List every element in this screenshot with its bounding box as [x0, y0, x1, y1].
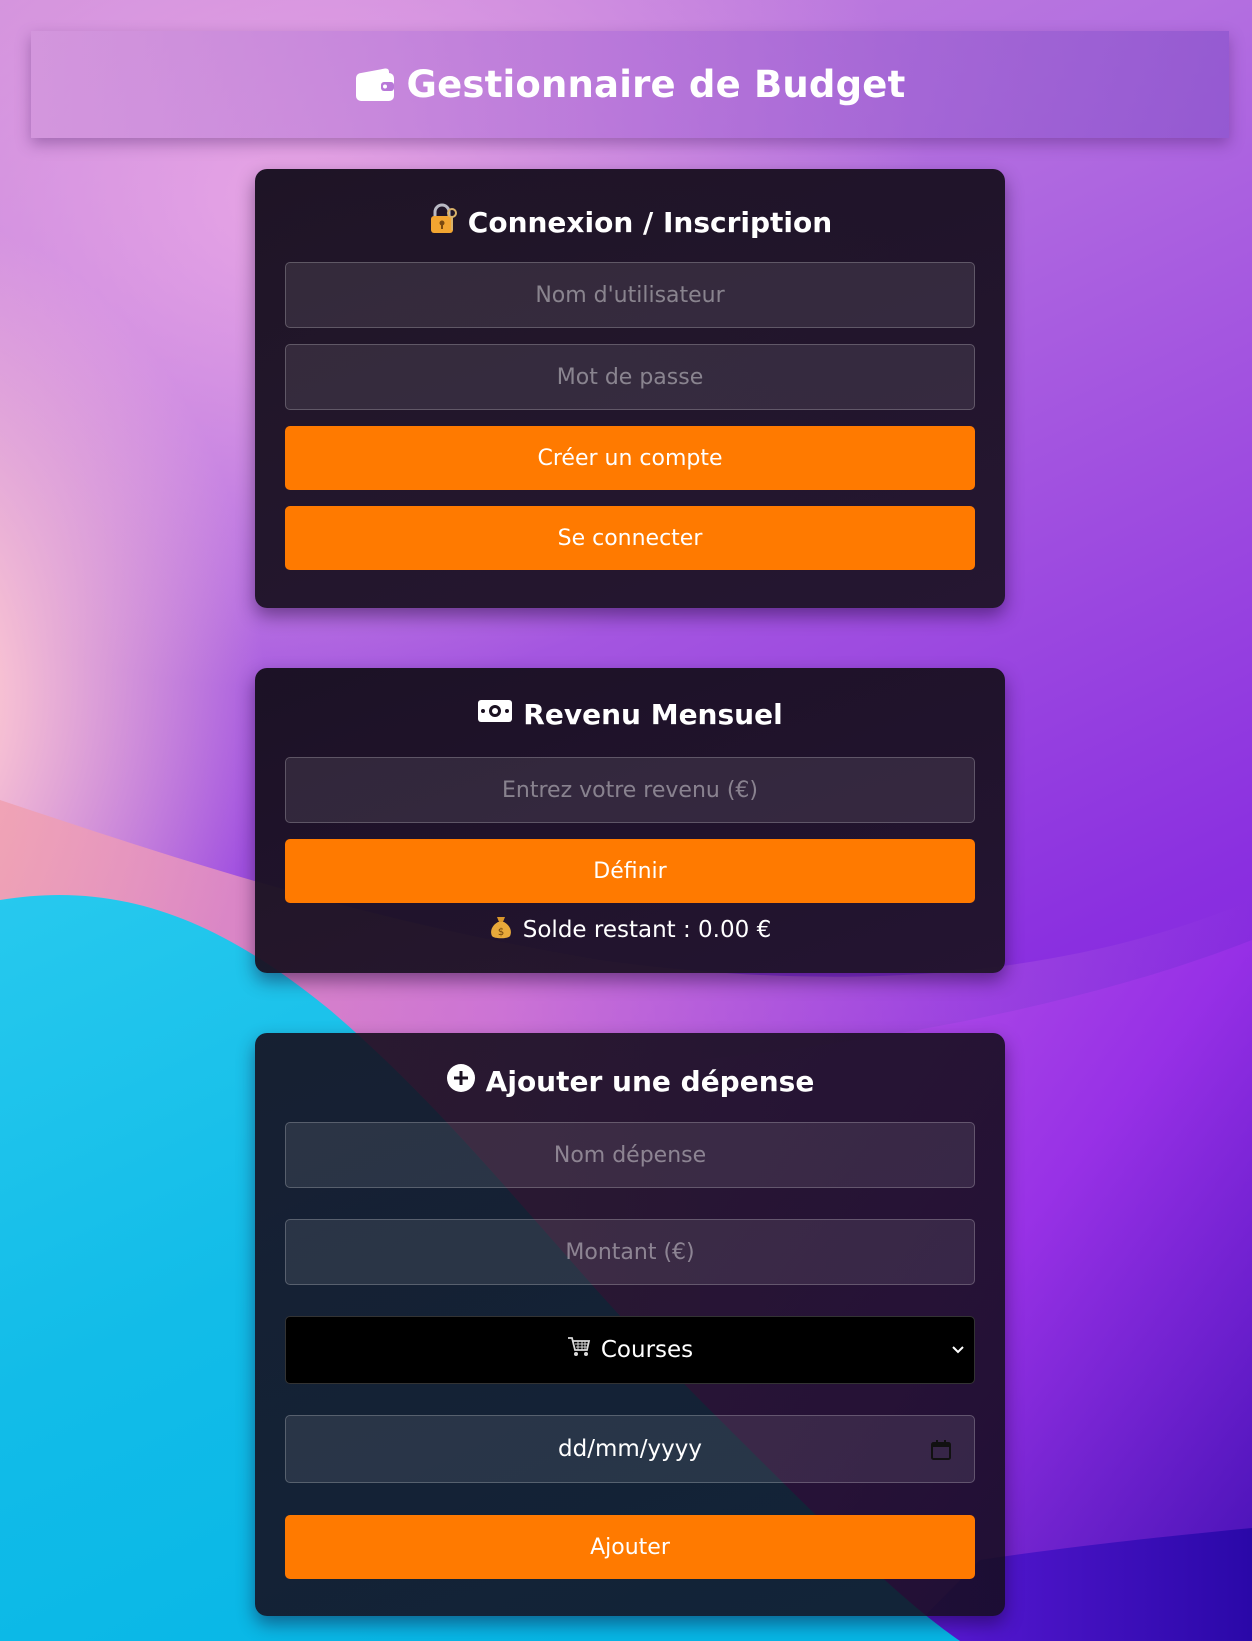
banknote-icon: [477, 698, 513, 731]
set-income-button[interactable]: Définir: [285, 839, 975, 903]
category-selected-value: Courses: [600, 1337, 694, 1363]
add-expense-button[interactable]: Ajouter: [285, 1515, 975, 1579]
plus-circle-icon: [446, 1063, 476, 1100]
create-account-button[interactable]: Créer un compte: [285, 426, 975, 490]
income-input[interactable]: [285, 757, 975, 823]
app-header: Gestionnaire de Budget: [31, 31, 1229, 138]
money-bag-icon: $: [489, 914, 513, 946]
wallet-icon: [355, 67, 394, 101]
auth-title: Connexion / Inscription: [255, 203, 1005, 242]
calendar-icon[interactable]: [930, 1439, 952, 1461]
expense-name-input[interactable]: [285, 1122, 975, 1188]
page-title-text: Gestionnaire de Budget: [406, 63, 906, 106]
password-input[interactable]: [285, 344, 975, 410]
username-input[interactable]: [285, 262, 975, 328]
income-title: Revenu Mensuel: [255, 698, 1005, 731]
auth-title-text: Connexion / Inscription: [467, 206, 833, 239]
page-title: Gestionnaire de Budget: [355, 63, 906, 106]
lock-key-icon: [428, 203, 458, 242]
income-card: Revenu Mensuel Définir $ Solde restant :…: [255, 668, 1005, 973]
shopping-cart-icon: [567, 1336, 591, 1364]
income-title-text: Revenu Mensuel: [523, 698, 783, 731]
date-placeholder: dd/mm/yyyy: [558, 1436, 702, 1462]
login-button[interactable]: Se connecter: [285, 506, 975, 570]
expense-amount-input[interactable]: [285, 1219, 975, 1285]
expense-date-input[interactable]: dd/mm/yyyy: [285, 1415, 975, 1483]
auth-card: Connexion / Inscription Créer un compte …: [255, 169, 1005, 608]
expense-title-text: Ajouter une dépense: [485, 1065, 815, 1098]
balance-display: $ Solde restant : 0.00 €: [255, 914, 1005, 946]
expense-card: Ajouter une dépense Courses dd/mm/yyyy A…: [255, 1033, 1005, 1616]
expense-title: Ajouter une dépense: [255, 1063, 1005, 1100]
chevron-down-icon: [952, 1346, 964, 1354]
balance-text: Solde restant : 0.00 €: [522, 917, 772, 943]
svg-text:$: $: [498, 927, 504, 938]
category-select[interactable]: Courses: [285, 1316, 975, 1384]
